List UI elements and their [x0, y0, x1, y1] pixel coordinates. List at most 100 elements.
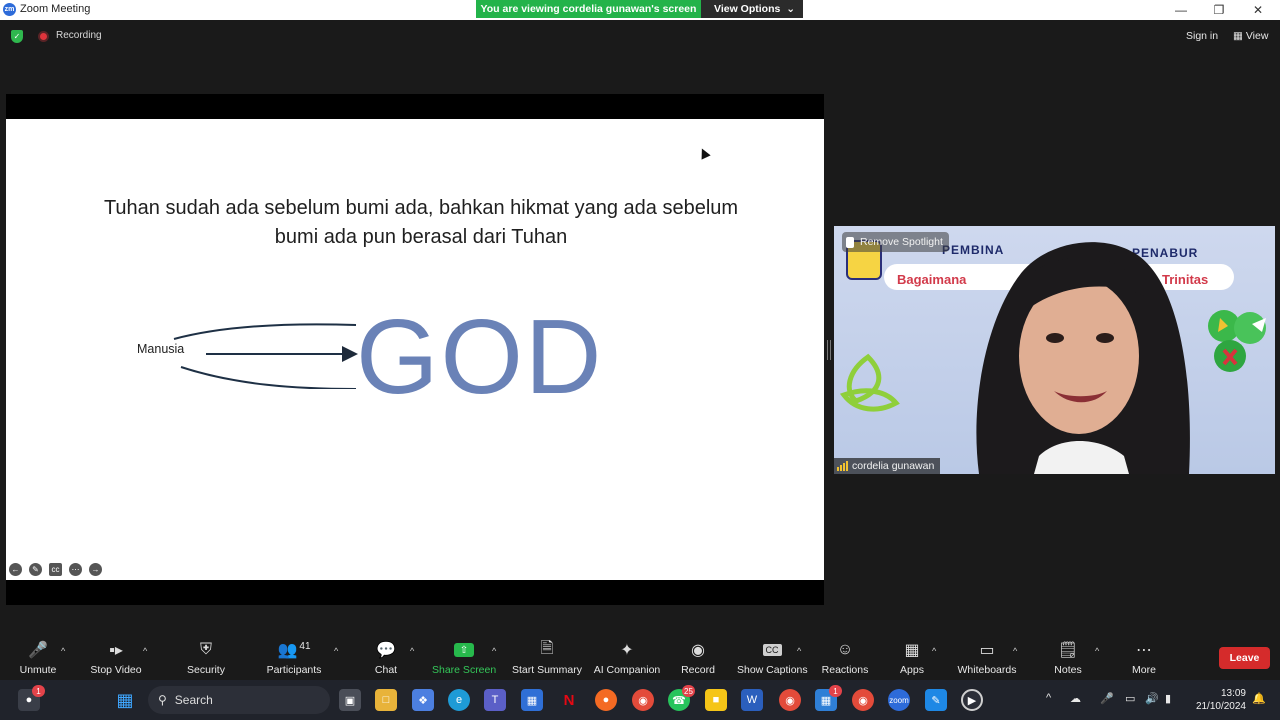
file-explorer-icon[interactable]: □: [375, 689, 397, 711]
audio-options-caret-icon[interactable]: ^: [61, 646, 65, 656]
zoom-logo-icon: zm: [3, 3, 16, 16]
firefox-icon[interactable]: ●: [595, 689, 617, 711]
sign-in-link[interactable]: Sign in: [1186, 30, 1218, 42]
chrome-icon[interactable]: ◉: [632, 689, 654, 711]
recording-dot-icon: [38, 31, 49, 42]
record-button[interactable]: ◉ Record: [678, 637, 718, 680]
whiteboards-caret-icon[interactable]: ^: [1013, 646, 1017, 656]
notes-label: Notes: [1054, 664, 1082, 676]
reactions-button[interactable]: ☺ Reactions: [820, 637, 870, 680]
chrome-alt-icon[interactable]: ◉: [852, 689, 874, 711]
viewing-banner: You are viewing cordelia gunawan's scree…: [476, 0, 803, 18]
subtitles-icon[interactable]: cc: [49, 563, 62, 576]
minimize-button[interactable]: —: [1170, 1, 1192, 19]
participants-caret-icon[interactable]: ^: [334, 646, 338, 656]
store-icon[interactable]: ▦: [521, 689, 543, 711]
calendar-icon[interactable]: ▦ 1: [815, 685, 842, 711]
unmute-button[interactable]: 🎤 Unmute: [14, 637, 62, 680]
onedrive-icon[interactable]: ☁: [1070, 692, 1081, 705]
start-summary-label: Start Summary: [511, 664, 582, 676]
slide-tools: ← ✎ cc ⋯ →: [9, 563, 102, 576]
taskbar-search[interactable]: ⚲ Search: [148, 686, 330, 714]
meeting-toolbar: 🎤 Unmute ^ ▪▸ Stop Video ^ ⛨ Security 👥 4…: [0, 637, 1280, 680]
windows-start-icon[interactable]: ▦: [114, 689, 136, 711]
clock-date: 21/10/2024: [1195, 701, 1246, 712]
word-icon[interactable]: W: [741, 689, 763, 711]
chrome-profile-icon[interactable]: ◉: [779, 689, 801, 711]
view-button[interactable]: ▦ View: [1233, 30, 1268, 42]
edge-browser-icon[interactable]: e: [448, 689, 470, 711]
video-camera-icon: ▪▸: [109, 642, 123, 659]
whatsapp-icon[interactable]: ☎ 25: [668, 685, 695, 711]
calendar-badge: 1: [829, 685, 842, 697]
sticky-notes-icon[interactable]: ■: [705, 689, 727, 711]
captions-caret-icon[interactable]: ^: [797, 646, 801, 656]
volume-icon[interactable]: 🔊: [1145, 692, 1159, 705]
view-options-button[interactable]: View Options ⌄: [701, 0, 803, 18]
chat-button[interactable]: 💬 Chat: [366, 637, 406, 680]
microphone-icon[interactable]: 🎤: [1100, 692, 1114, 705]
teams-icon[interactable]: T: [484, 689, 506, 711]
close-button[interactable]: ✕: [1247, 1, 1269, 19]
chat-caret-icon[interactable]: ^: [410, 646, 414, 656]
participants-button[interactable]: 👥 41 Participants: [262, 637, 326, 680]
taskbar-clock[interactable]: 13:09 21/10/2024: [1190, 687, 1246, 713]
encryption-shield-icon[interactable]: ✓: [11, 30, 23, 43]
slide-god-word: GOD: [356, 298, 604, 416]
show-captions-button[interactable]: CC Show Captions: [737, 637, 808, 680]
share-caret-icon[interactable]: ^: [492, 646, 496, 656]
title-bar: zm Zoom Meeting You are viewing cordelia…: [0, 0, 1280, 20]
weather-widget-icon[interactable]: ● 1: [18, 685, 45, 711]
participant-video-tile[interactable]: PEMBINA PENABUR Bagaimana llah Trinitas …: [834, 226, 1275, 474]
restore-button[interactable]: ❐: [1208, 1, 1230, 19]
task-view-icon[interactable]: ▣: [339, 689, 361, 711]
netflix-icon[interactable]: N: [558, 689, 580, 711]
paint-icon[interactable]: ✎: [925, 689, 947, 711]
security-label: Security: [187, 664, 225, 676]
ai-companion-button[interactable]: ✦ AI Companion: [592, 637, 662, 680]
shield-icon: ⛨: [199, 641, 212, 658]
media-player-icon[interactable]: ▶: [961, 689, 983, 711]
start-summary-button[interactable]: 🗎 Start Summary: [511, 637, 583, 680]
show-captions-label: Show Captions: [737, 664, 808, 676]
battery-icon[interactable]: ▮: [1165, 692, 1171, 705]
resize-handle[interactable]: [827, 340, 831, 360]
clock-time: 13:09: [1220, 688, 1246, 699]
notes-icon: 🗒: [1057, 642, 1079, 659]
notification-bell-icon[interactable]: 🔔: [1252, 692, 1266, 705]
whiteboards-button[interactable]: ▭ Whiteboards: [955, 637, 1019, 680]
network-icon[interactable]: ▭: [1125, 692, 1135, 705]
video-options-caret-icon[interactable]: ^: [143, 646, 147, 656]
security-button[interactable]: ⛨ Security: [182, 637, 230, 680]
previous-slide-icon[interactable]: ←: [9, 563, 22, 576]
apps-icon: ▦: [904, 642, 920, 659]
summary-icon: 🗎: [540, 639, 554, 657]
notes-button[interactable]: 🗒 Notes: [1050, 637, 1086, 680]
remove-spotlight-button[interactable]: Remove Spotlight: [842, 232, 949, 252]
notes-caret-icon[interactable]: ^: [1095, 646, 1099, 656]
stop-video-button[interactable]: ▪▸ Stop Video: [88, 637, 144, 680]
show-hidden-icons-icon[interactable]: ^: [1046, 692, 1051, 704]
chat-icon: 💬: [376, 642, 396, 659]
record-icon: ◉: [691, 642, 705, 659]
next-slide-icon[interactable]: →: [89, 563, 102, 576]
shared-screen[interactable]: Tuhan sudah ada sebelum bumi ada, bahkan…: [6, 94, 824, 605]
participant-person-image: [976, 242, 1190, 474]
pin-icon: [846, 236, 854, 248]
copilot-icon[interactable]: ❖: [412, 689, 434, 711]
more-button[interactable]: ⋯ More: [1126, 637, 1162, 680]
zoom-taskbar-icon[interactable]: zoom: [888, 689, 910, 711]
leave-button[interactable]: Leave: [1219, 647, 1270, 669]
share-screen-button[interactable]: ⇧ Share Screen: [432, 637, 496, 680]
pen-icon[interactable]: ✎: [29, 563, 42, 576]
apps-caret-icon[interactable]: ^: [932, 646, 936, 656]
record-label: Record: [681, 664, 715, 676]
slide-heading-line-2: bumi ada pun berasal dari Tuhan: [274, 226, 568, 248]
participants-count: 41: [299, 640, 311, 652]
view-options-label: View Options: [714, 3, 781, 15]
apps-button[interactable]: ▦ Apps: [894, 637, 930, 680]
chat-label: Chat: [374, 664, 398, 676]
more-options-icon[interactable]: ⋯: [69, 563, 82, 576]
participant-name-tag: cordelia gunawan: [834, 458, 941, 474]
presentation-slide: Tuhan sudah ada sebelum bumi ada, bahkan…: [6, 119, 824, 580]
